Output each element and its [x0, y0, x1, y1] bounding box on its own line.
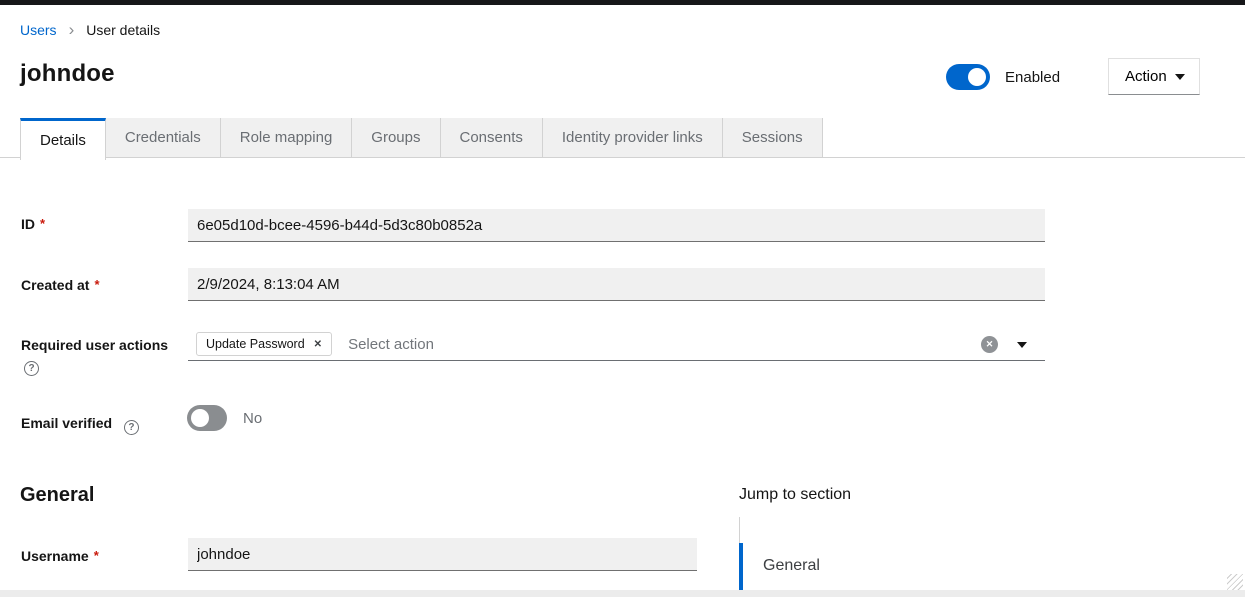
top-window-bar	[0, 0, 1245, 5]
toggle-knob	[191, 409, 209, 427]
breadcrumb-users-link[interactable]: Users	[20, 22, 57, 38]
breadcrumb: Users › User details	[20, 22, 160, 38]
enabled-toggle-label: Enabled	[1005, 69, 1060, 86]
required-marker: *	[40, 216, 45, 231]
email-verified-value: No	[243, 410, 262, 427]
caret-down-icon[interactable]	[1017, 342, 1027, 348]
jump-active-indicator	[739, 543, 743, 597]
jump-link-general[interactable]: General	[763, 557, 820, 575]
chip-label: Update Password	[206, 337, 305, 351]
caret-down-icon	[1175, 74, 1185, 80]
required-user-actions-select[interactable]: Update Password ✕ ✕	[188, 328, 1045, 361]
id-label: ID *	[21, 216, 45, 232]
user-details-page: Users › User details johndoe Enabled Act…	[0, 0, 1245, 597]
jump-to-section-title: Jump to section	[739, 486, 851, 504]
chip-close-icon[interactable]: ✕	[314, 339, 322, 350]
action-dropdown-label: Action	[1125, 68, 1167, 85]
help-icon[interactable]: ?	[124, 420, 139, 435]
email-verified-toggle[interactable]	[187, 405, 227, 431]
jump-nav-track	[739, 517, 740, 543]
tab-sessions[interactable]: Sessions	[723, 118, 823, 157]
tab-consents[interactable]: Consents	[441, 118, 543, 157]
tab-groups[interactable]: Groups	[352, 118, 440, 157]
created-at-input[interactable]	[188, 268, 1045, 301]
toggle-knob	[968, 68, 986, 86]
email-verified-label-text: Email verified	[21, 415, 112, 431]
required-marker: *	[94, 548, 99, 563]
breadcrumb-current: User details	[86, 22, 160, 38]
resize-grip-icon[interactable]	[1227, 574, 1243, 590]
chevron-right-icon: ›	[69, 23, 75, 37]
created-at-label-text: Created at	[21, 277, 89, 293]
help-icon[interactable]: ?	[24, 361, 39, 376]
select-action-input[interactable]	[348, 336, 1045, 353]
username-input[interactable]	[188, 538, 697, 571]
general-section-title: General	[20, 484, 94, 507]
username-label: Username *	[21, 548, 99, 564]
username-label-text: Username	[21, 548, 89, 564]
page-title: johndoe	[20, 60, 115, 88]
email-verified-label: Email verified ?	[21, 415, 139, 435]
tab-role-mapping[interactable]: Role mapping	[221, 118, 353, 157]
required-marker: *	[94, 277, 99, 292]
selected-action-chip[interactable]: Update Password ✕	[196, 332, 332, 356]
enabled-toggle[interactable]	[946, 64, 990, 90]
tab-details[interactable]: Details	[20, 118, 106, 160]
id-label-text: ID	[21, 216, 35, 232]
created-at-label: Created at *	[21, 277, 100, 293]
action-dropdown-button[interactable]: Action	[1108, 58, 1200, 95]
required-user-actions-label: Required user actions	[21, 337, 168, 353]
clear-selection-icon[interactable]: ✕	[981, 336, 998, 353]
bottom-scrollbar-track[interactable]	[0, 590, 1245, 597]
user-detail-tabs: Details Credentials Role mapping Groups …	[0, 118, 1245, 158]
tab-identity-provider-links[interactable]: Identity provider links	[543, 118, 723, 157]
id-input[interactable]	[188, 209, 1045, 242]
tab-credentials[interactable]: Credentials	[106, 118, 221, 157]
